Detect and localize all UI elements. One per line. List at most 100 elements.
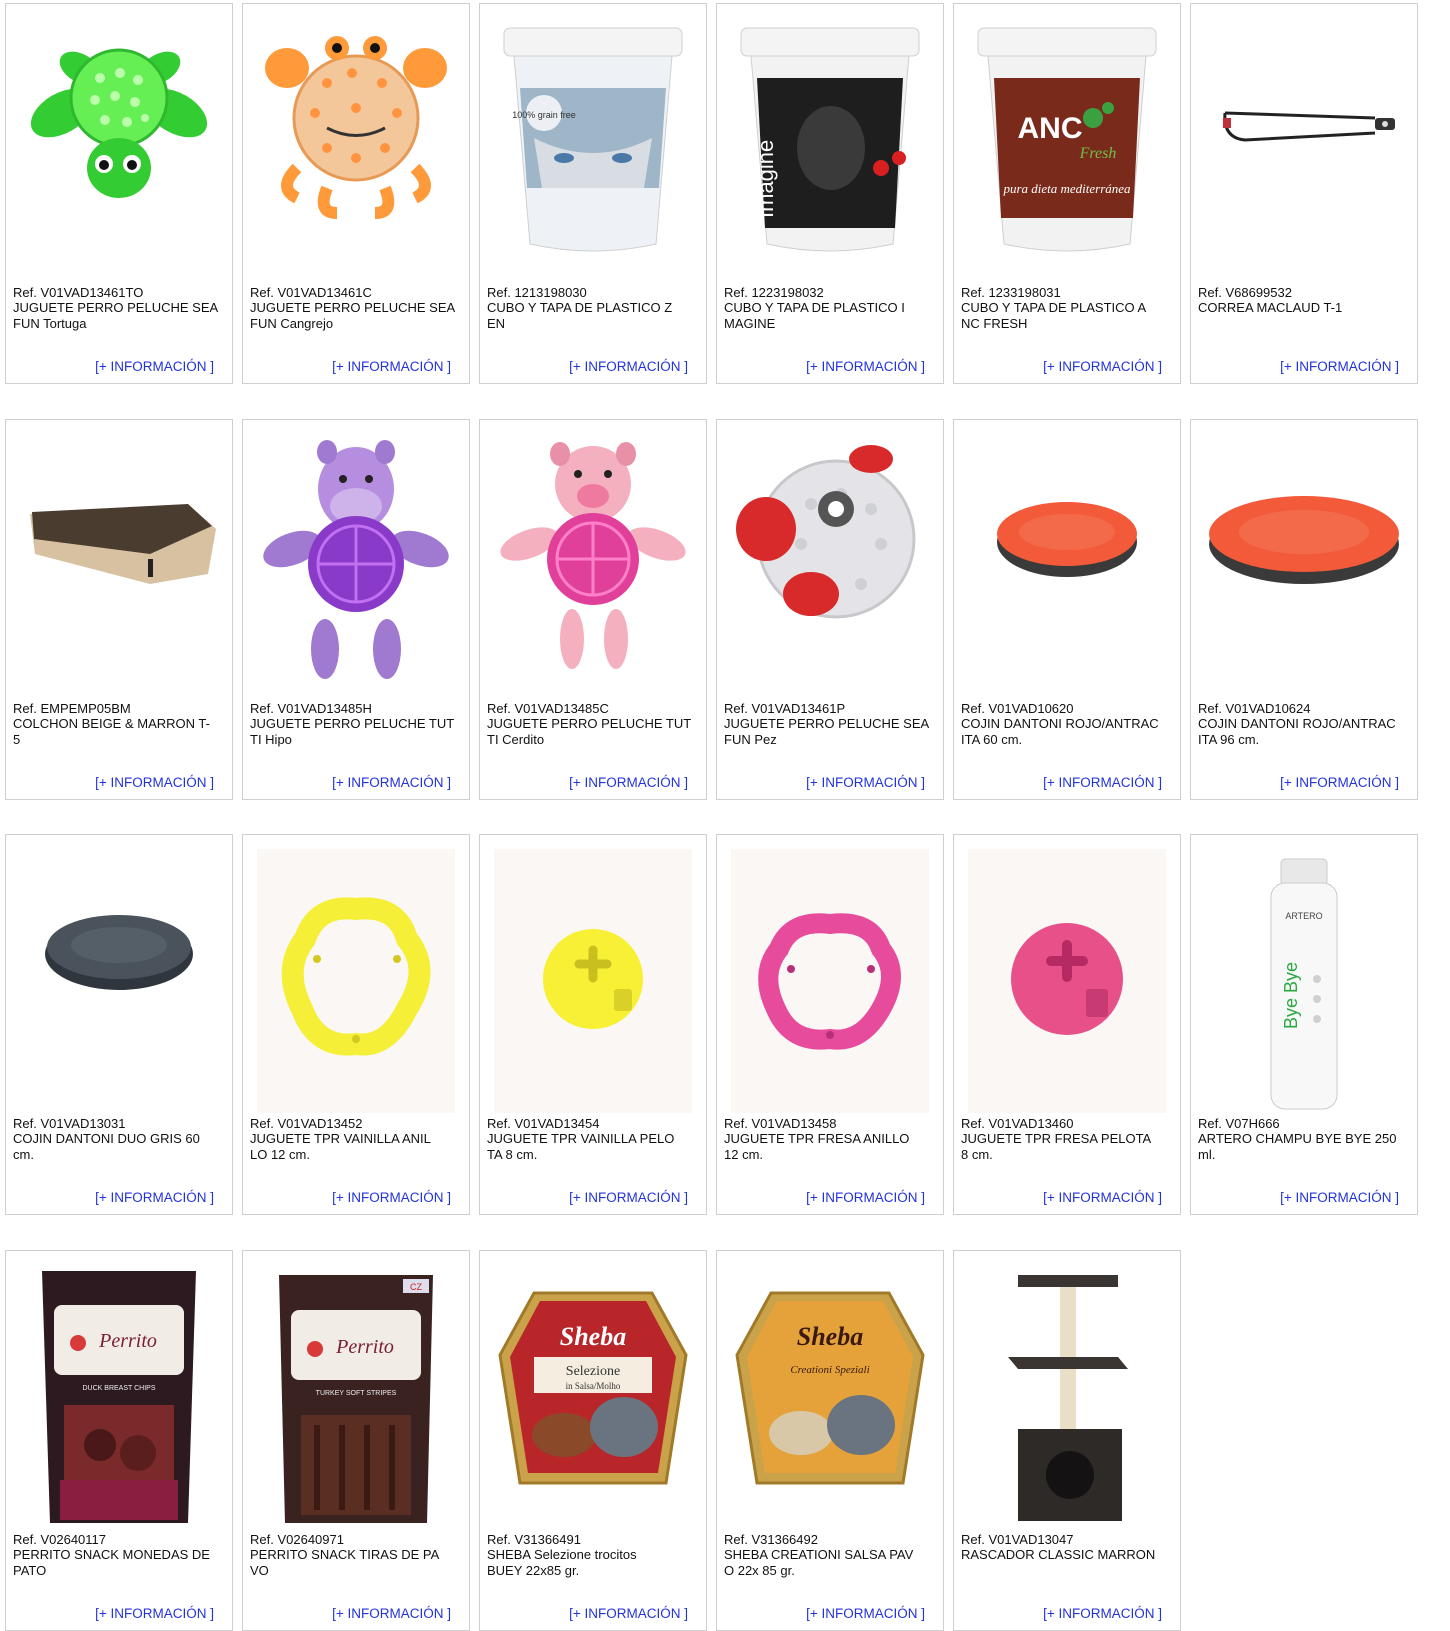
orange-crab-toy-image[interactable] xyxy=(257,18,455,282)
selezione-text: Selezione xyxy=(566,1364,620,1379)
product-card: Ref. V01VAD13031 COJIN DANTONI DUO GRIS … xyxy=(5,834,233,1215)
product-ref: Ref. V01VAD13031 xyxy=(13,1116,126,1131)
yellow-ball-toy-image[interactable] xyxy=(494,849,692,1113)
perrito-logo-text: Perrito xyxy=(98,1330,157,1352)
product-name: COJIN DANTONI ROJO/ANTRAC ITA 60 cm. xyxy=(961,716,1159,747)
more-info-link[interactable]: [+ INFORMACIÓN ] xyxy=(332,359,451,374)
product-ref: Ref. V01VAD13454 xyxy=(487,1116,600,1131)
product-card: Ref. V01VAD13485C JUGUETE PERRO PELUCHE … xyxy=(479,419,707,800)
product-card: Sheba Creationi Speziali Ref. V31366492 … xyxy=(716,1250,944,1631)
more-info-link[interactable]: [+ INFORMACIÓN ] xyxy=(332,1190,451,1205)
grey-cushion-image[interactable] xyxy=(20,849,218,1113)
product-card: Ref. V01VAD13461P JUGUETE PERRO PELUCHE … xyxy=(716,419,944,800)
pink-ball-toy-image[interactable] xyxy=(968,849,1166,1113)
product-card: ANC Fresh pura dieta mediterránea Ref. 1… xyxy=(953,3,1181,384)
red-fish-toy-image[interactable] xyxy=(731,434,929,698)
more-info-link[interactable]: [+ INFORMACIÓN ] xyxy=(332,1606,451,1621)
product-ref: Ref. 1233198031 xyxy=(961,285,1061,300)
more-info-link[interactable]: [+ INFORMACIÓN ] xyxy=(806,1190,925,1205)
husky-bucket-image[interactable]: 100% grain free xyxy=(494,18,692,282)
more-info-link[interactable]: [+ INFORMACIÓN ] xyxy=(95,359,214,374)
product-name: PERRITO SNACK TIRAS DE PA VO xyxy=(250,1547,440,1578)
more-info-link[interactable]: [+ INFORMACIÓN ] xyxy=(569,1606,688,1621)
more-info-link[interactable]: [+ INFORMACIÓN ] xyxy=(1280,1190,1399,1205)
red-cushion-small-image[interactable] xyxy=(968,434,1166,698)
product-name: JUGUETE TPR VAINILLA ANIL LO 12 cm. xyxy=(250,1131,431,1162)
green-turtle-toy-image[interactable] xyxy=(20,18,218,282)
grain-free-badge: 100% grain free xyxy=(512,110,576,120)
product-card: CZ Perrito TURKEY SOFT STRIPES Ref. V026… xyxy=(242,1250,470,1631)
more-info-link[interactable]: [+ INFORMACIÓN ] xyxy=(806,775,925,790)
product-name: JUGUETE TPR VAINILLA PELO TA 8 cm. xyxy=(487,1131,675,1162)
product-card: Ref. V01VAD13460 JUGUETE TPR FRESA PELOT… xyxy=(953,834,1181,1215)
perrito-logo-text: Perrito xyxy=(335,1336,394,1358)
product-ref: Ref. V01VAD13461TO xyxy=(13,285,144,300)
more-info-link[interactable]: [+ INFORMACIÓN ] xyxy=(332,775,451,790)
product-ref: Ref. V01VAD10624 xyxy=(1198,701,1311,716)
product-name: JUGUETE PERRO PELUCHE TUT TI Hipo xyxy=(250,716,455,747)
product-name: CUBO Y TAPA DE PLASTICO A NC FRESH xyxy=(961,300,1147,331)
product-name: COJIN DANTONI ROJO/ANTRAC ITA 96 cm. xyxy=(1198,716,1396,747)
yellow-ring-toy-image[interactable] xyxy=(257,849,455,1113)
product-name: JUGUETE PERRO PELUCHE SEA FUN Cangrejo xyxy=(250,300,455,331)
pink-ring-toy-image[interactable] xyxy=(731,849,929,1113)
product-name: JUGUETE TPR FRESA PELOTA 8 cm. xyxy=(961,1131,1152,1162)
product-ref: Ref. V01VAD13485C xyxy=(487,701,609,716)
product-card: Ref. V01VAD13452 JUGUETE TPR VAINILLA AN… xyxy=(242,834,470,1215)
anc-logo-text: ANC xyxy=(1018,112,1083,145)
product-card: Ref. V01VAD13454 JUGUETE TPR VAINILLA PE… xyxy=(479,834,707,1215)
product-card: Ref. V01VAD10620 COJIN DANTONI ROJO/ANTR… xyxy=(953,419,1181,800)
sheba-logo-text: Sheba xyxy=(797,1322,863,1351)
more-info-link[interactable]: [+ INFORMACIÓN ] xyxy=(1043,1606,1162,1621)
leash-image[interactable] xyxy=(1205,18,1403,282)
red-cushion-large-image[interactable] xyxy=(1205,434,1403,698)
pink-pig-toy-image[interactable] xyxy=(494,434,692,698)
product-ref: Ref. V01VAD10620 xyxy=(961,701,1074,716)
imagine-bucket-image[interactable]: Imagine xyxy=(731,18,929,282)
product-name: CORREA MACLAUD T-1 xyxy=(1198,300,1343,315)
anc-fresh-bucket-image[interactable]: ANC Fresh pura dieta mediterránea xyxy=(968,18,1166,282)
mattress-image[interactable] xyxy=(20,434,218,698)
creationi-text: Creationi Speziali xyxy=(790,1364,869,1376)
product-name: ARTERO CHAMPU BYE BYE 250 ml. xyxy=(1198,1131,1397,1162)
product-name: JUGUETE PERRO PELUCHE SEA FUN Pez xyxy=(724,716,929,747)
product-name: PERRITO SNACK MONEDAS DE PATO xyxy=(13,1547,210,1578)
product-ref: Ref. 1223198032 xyxy=(724,285,824,300)
product-card: 100% grain free Ref. 1213198030 CUBO Y T… xyxy=(479,3,707,384)
more-info-link[interactable]: [+ INFORMACIÓN ] xyxy=(1280,359,1399,374)
cat-scratcher-image[interactable] xyxy=(968,1265,1166,1529)
product-ref: Ref. V01VAD13047 xyxy=(961,1532,1074,1547)
product-card: Ref. V01VAD10624 COJIN DANTONI ROJO/ANTR… xyxy=(1190,419,1418,800)
sheba-creationi-tray-image[interactable]: Sheba Creationi Speziali xyxy=(731,1265,929,1529)
product-ref: Ref. V31366491 xyxy=(487,1532,581,1547)
product-ref: Ref. V01VAD13452 xyxy=(250,1116,363,1131)
product-grid: Ref. V01VAD13461TO JUGUETE PERRO PELUCHE… xyxy=(0,0,1450,1631)
product-ref: Ref. EMPEMP05BM xyxy=(13,701,131,716)
sheba-selezione-tray-image[interactable]: Sheba Selezione in Salsa/Molho xyxy=(494,1265,692,1529)
more-info-link[interactable]: [+ INFORMACIÓN ] xyxy=(806,359,925,374)
more-info-link[interactable]: [+ INFORMACIÓN ] xyxy=(1280,775,1399,790)
product-name: JUGUETE TPR FRESA ANILLO 12 cm. xyxy=(724,1131,910,1162)
perrito-duck-snack-image[interactable]: Perrito DUCK BREAST CHIPS xyxy=(20,1265,218,1529)
product-card: Ref. V01VAD13458 JUGUETE TPR FRESA ANILL… xyxy=(716,834,944,1215)
perrito-turkey-snack-image[interactable]: CZ Perrito TURKEY SOFT STRIPES xyxy=(257,1265,455,1529)
product-ref: Ref. V02640971 xyxy=(250,1532,344,1547)
shampoo-bottle-image[interactable]: ARTERO Bye Bye xyxy=(1205,849,1403,1113)
product-ref: Ref. V68699532 xyxy=(1198,285,1292,300)
more-info-link[interactable]: [+ INFORMACIÓN ] xyxy=(1043,359,1162,374)
more-info-link[interactable]: [+ INFORMACIÓN ] xyxy=(1043,775,1162,790)
product-name: RASCADOR CLASSIC MARRON xyxy=(961,1547,1156,1562)
more-info-link[interactable]: [+ INFORMACIÓN ] xyxy=(569,775,688,790)
more-info-link[interactable]: [+ INFORMACIÓN ] xyxy=(95,1606,214,1621)
fresh-text: Fresh xyxy=(1079,145,1117,162)
product-card: Ref. V01VAD13461TO JUGUETE PERRO PELUCHE… xyxy=(5,3,233,384)
more-info-link[interactable]: [+ INFORMACIÓN ] xyxy=(1043,1190,1162,1205)
more-info-link[interactable]: [+ INFORMACIÓN ] xyxy=(569,1190,688,1205)
sheba-logo-text: Sheba xyxy=(560,1322,626,1351)
product-ref: Ref. V02640117 xyxy=(13,1532,106,1547)
more-info-link[interactable]: [+ INFORMACIÓN ] xyxy=(95,1190,214,1205)
more-info-link[interactable]: [+ INFORMACIÓN ] xyxy=(569,359,688,374)
more-info-link[interactable]: [+ INFORMACIÓN ] xyxy=(95,775,214,790)
purple-hippo-toy-image[interactable] xyxy=(257,434,455,698)
more-info-link[interactable]: [+ INFORMACIÓN ] xyxy=(806,1606,925,1621)
